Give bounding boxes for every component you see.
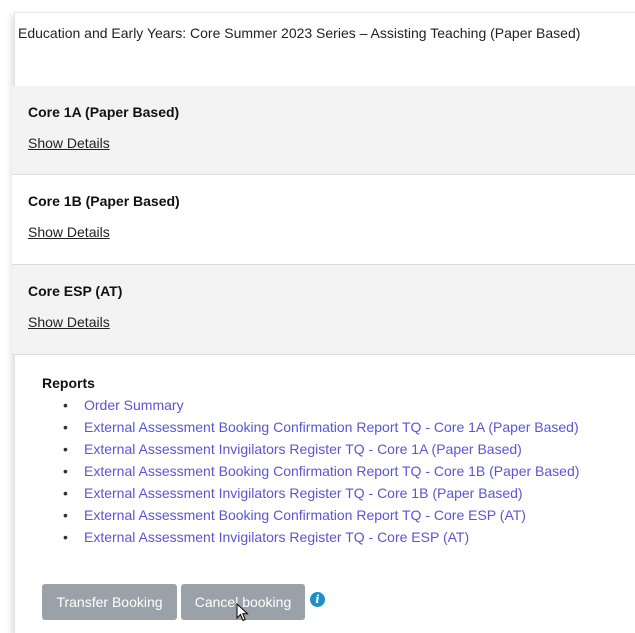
report-link-invigilators-register-core-esp[interactable]: External Assessment Invigilators Registe…: [84, 529, 469, 546]
report-link-booking-confirmation-core-1a[interactable]: External Assessment Booking Confirmation…: [84, 419, 579, 436]
report-link-invigilators-register-core-1b[interactable]: External Assessment Invigilators Registe…: [84, 485, 523, 502]
section-title: Core 1A (Paper Based): [28, 104, 180, 120]
show-details-link-core-1a[interactable]: Show Details: [28, 135, 110, 151]
show-details-link-core-esp[interactable]: Show Details: [28, 314, 110, 330]
report-link-booking-confirmation-core-esp[interactable]: External Assessment Booking Confirmation…: [84, 507, 526, 524]
section-title: Core 1B (Paper Based): [28, 193, 180, 209]
mouse-pointer-icon: [236, 603, 249, 622]
report-link-booking-confirmation-core-1b[interactable]: External Assessment Booking Confirmation…: [84, 463, 579, 480]
show-details-link-core-1b[interactable]: Show Details: [28, 224, 110, 240]
page-title: Education and Early Years: Core Summer 2…: [18, 25, 581, 41]
info-icon[interactable]: i: [310, 592, 325, 607]
section-core-esp: Core ESP (AT) Show Details: [12, 265, 635, 355]
section-title: Core ESP (AT): [28, 283, 123, 299]
reports-heading: Reports: [42, 375, 95, 391]
section-core-1a: Core 1A (Paper Based) Show Details: [12, 86, 635, 175]
section-core-1b: Core 1B (Paper Based) Show Details: [12, 175, 635, 265]
transfer-booking-button[interactable]: Transfer Booking: [42, 584, 177, 620]
report-link-order-summary[interactable]: Order Summary: [84, 397, 184, 414]
report-link-invigilators-register-core-1a[interactable]: External Assessment Invigilators Registe…: [84, 441, 522, 458]
